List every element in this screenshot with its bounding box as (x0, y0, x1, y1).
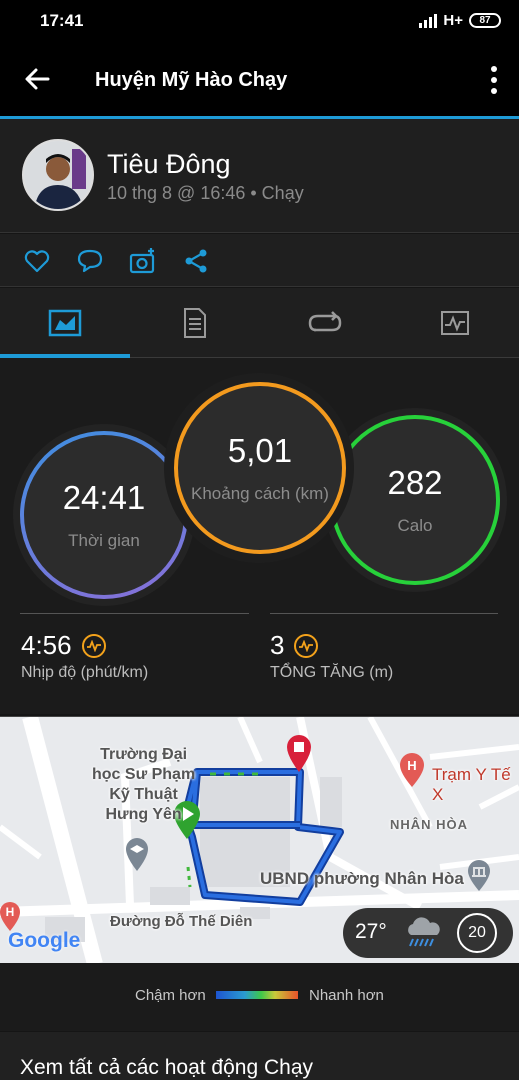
school-pin-icon (126, 838, 148, 871)
user-name[interactable]: Tiêu Đông (107, 149, 231, 180)
distance-value: 5,01 (227, 432, 293, 469)
back-arrow-icon[interactable] (22, 64, 52, 94)
map-label-office: UBND phường Nhân Hòa (260, 869, 464, 888)
all-activities-label: Xem tất cả các hoạt động Chạy (20, 1056, 314, 1079)
ascent-label: TỔNG TĂNG (m) (270, 664, 394, 681)
distance-ring: 5,01 Khoảng cách (km) (174, 382, 346, 554)
pulse-badge-icon (81, 633, 106, 658)
share-icon[interactable] (181, 246, 211, 276)
app-bar: Huyện Mỹ Hào Chạy (0, 42, 519, 117)
tab-charts[interactable] (390, 288, 519, 358)
tab-laps[interactable] (260, 288, 390, 358)
camera-add-icon[interactable] (128, 246, 158, 276)
comment-icon[interactable] (75, 246, 105, 276)
ascent-metric: 3 (270, 630, 319, 661)
legend-faster: Nhanh hơn (309, 987, 384, 1004)
status-time: 17:41 (40, 11, 84, 30)
avatar[interactable] (22, 139, 94, 211)
battery-icon: 87 (469, 13, 501, 28)
activity-meta: 10 thg 8 @ 16:46 • Chạy (107, 183, 304, 203)
wind-speed: 20 (457, 913, 497, 953)
legend-slower: Chậm hơn (135, 987, 206, 1004)
map-label-street: Đường Đỗ Thế Diên (110, 913, 253, 930)
pace-label: Nhịp độ (phút/km) (21, 664, 149, 681)
map-label-ward: NHÂN HÒA (390, 817, 469, 832)
status-bar: 17:41 H+ 87 (0, 0, 519, 42)
rain-cloud-icon (408, 917, 440, 947)
signal-icon (419, 13, 438, 28)
temperature-value: 27° (355, 920, 387, 943)
status-icons: H+ 87 (419, 12, 501, 29)
tab-overview[interactable] (0, 288, 130, 358)
finish-pin-icon[interactable] (285, 734, 313, 774)
government-pin-icon (468, 860, 490, 891)
divider (270, 613, 498, 614)
time-value: 24:41 (62, 479, 146, 516)
legend-gradient (216, 991, 298, 999)
pulse-badge-icon (294, 633, 319, 658)
google-logo: Google (8, 929, 81, 952)
weather-widget: 27° 20 (343, 908, 513, 958)
calories-value: 282 (387, 464, 443, 501)
tab-bar (0, 288, 519, 358)
heart-icon[interactable] (22, 246, 52, 276)
page-title: Huyện Mỹ Hào Chạy (95, 69, 288, 91)
activity-header: Tiêu Đông 10 thg 8 @ 16:46 • Chạy (0, 119, 519, 233)
calories-label: Calo (397, 516, 433, 535)
network-type: H+ (443, 12, 463, 29)
divider (20, 613, 249, 614)
svg-text:H: H (6, 905, 15, 919)
map-label-clinic: Trạm Y Tế X (432, 765, 511, 804)
pace-value: 4:56 (21, 630, 72, 660)
more-options-icon[interactable] (489, 66, 499, 94)
hospital-pin-icon: H (400, 753, 424, 787)
svg-text:H: H (407, 758, 416, 773)
time-label: Thời gian (68, 531, 140, 550)
map-label-school: Trường Đại học Sư Phạm Kỹ Thuật Hưng Yên (92, 746, 196, 823)
route-map[interactable]: H H Trường Đại học Sư Phạm Kỹ Thuật Hưng… (0, 716, 519, 963)
calories-ring: 282 Calo (330, 415, 500, 585)
pace-legend: Chậm hơn Nhanh hơn (0, 963, 519, 1031)
all-activities-link[interactable]: Xem tất cả các hoạt động Chạy (0, 1032, 519, 1080)
tab-details[interactable] (130, 288, 260, 358)
laps-icon (308, 311, 342, 332)
distance-label: Khoảng cách (km) (191, 484, 329, 503)
pulse-chart-icon (441, 311, 469, 335)
time-ring: 24:41 Thời gian (20, 431, 188, 599)
ascent-value: 3 (270, 630, 285, 660)
document-icon (184, 308, 206, 338)
action-row (0, 234, 519, 287)
pace-metric: 4:56 (21, 630, 106, 661)
overview-chart-icon (48, 309, 82, 337)
